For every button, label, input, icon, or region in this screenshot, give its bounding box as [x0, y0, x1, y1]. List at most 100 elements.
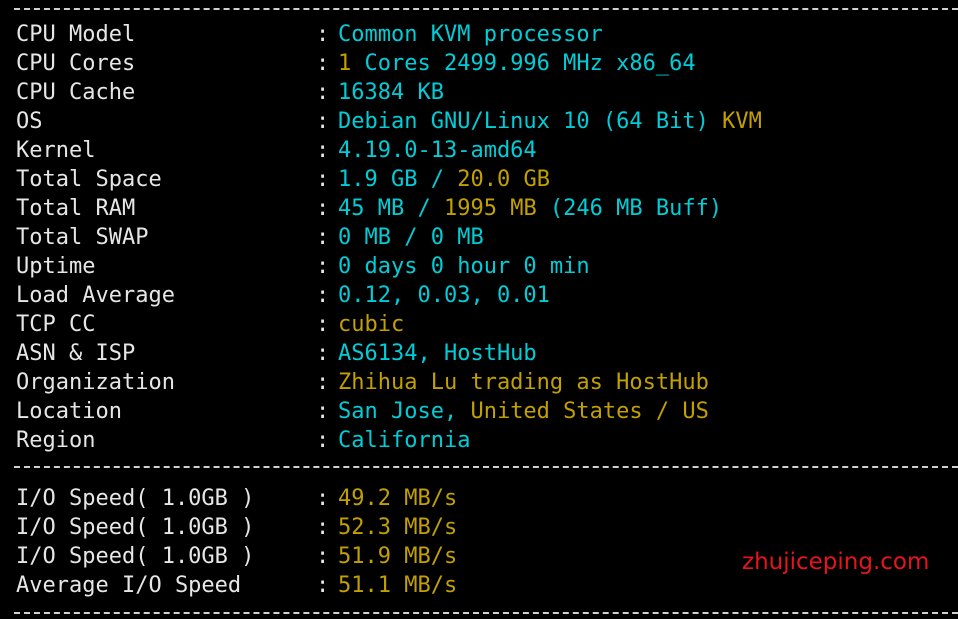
io-speed-label: I/O Speed( 1.0GB )	[16, 515, 255, 540]
colon-separator: :	[316, 428, 330, 453]
colon-separator: :	[316, 225, 330, 250]
colon-separator: :	[316, 283, 330, 308]
system-info-value-part: San Jose,	[338, 399, 471, 424]
system-info-label: OS	[16, 109, 43, 134]
system-info-value-part: 1	[338, 51, 352, 76]
system-info-value: 1 Cores 2499.996 MHz x86_64	[338, 51, 696, 76]
system-info-value-part: 16384 KB	[338, 80, 444, 105]
system-info-value: 4.19.0-13-amd64	[338, 138, 537, 163]
colon-separator: :	[316, 573, 330, 598]
system-info-label: Kernel	[16, 138, 96, 163]
system-info-row: Region: California	[16, 426, 762, 455]
system-info-row: Total Space:1.9 GB / 20.0 GB	[16, 165, 762, 194]
colon-separator: :	[316, 109, 330, 134]
io-speed-value: 51.1 MB/s	[338, 573, 457, 598]
system-info-value: 1.9 GB / 20.0 GB	[338, 167, 550, 192]
system-info-value-part: Debian GNU/Linux 10 (64 Bit)	[338, 109, 723, 134]
io-speed-row: I/O Speed( 1.0GB ):49.2 MB/s	[16, 484, 457, 513]
colon-separator: :	[316, 51, 330, 76]
system-info-value: San Jose, United States / US	[338, 399, 709, 424]
system-info-value: Common KVM processor	[338, 22, 603, 47]
system-info-row: Load Average:0.12, 0.03, 0.01	[16, 281, 762, 310]
separator-middle	[14, 466, 958, 468]
system-info-value-part: United States / US	[470, 399, 709, 424]
system-info-value: 0.12, 0.03, 0.01	[338, 283, 550, 308]
colon-separator: :	[316, 167, 330, 192]
separator-bottom	[14, 612, 958, 614]
io-speed-label: I/O Speed( 1.0GB )	[16, 486, 255, 511]
system-info-label: Total Space	[16, 167, 162, 192]
system-info-value-part: (246 MB Buff)	[536, 196, 723, 221]
io-speed-value-part: 52.3 MB/s	[338, 515, 458, 540]
io-speed-value-part: 51.1 MB/s	[338, 573, 458, 598]
system-info-value-part: KVM	[722, 109, 762, 134]
system-info-row: Total SWAP:0 MB / 0 MB	[16, 223, 762, 252]
system-info-value-part: Cores 2499.996 MHz x86_64	[351, 51, 696, 76]
watermark: zhujiceping.com	[742, 549, 930, 575]
io-speed-label: I/O Speed( 1.0GB )	[16, 544, 255, 569]
system-info-row: Kernel:4.19.0-13-amd64	[16, 136, 762, 165]
terminal-window: CPU Model: Common KVM processor CPU Cores:…	[0, 0, 958, 619]
colon-separator: :	[316, 138, 330, 163]
colon-separator: :	[316, 515, 330, 540]
colon-separator: :	[316, 544, 330, 569]
system-info-label: ASN & ISP	[16, 341, 136, 366]
system-info-row: Location: San Jose, United States / US	[16, 397, 762, 426]
io-speed-row: Average I/O Speed:51.1 MB/s	[16, 571, 457, 600]
system-info-value: cubic	[338, 312, 404, 337]
system-info-value-part: AS6134, HostHub	[338, 341, 537, 366]
system-info-row: CPU Cache:16384 KB	[16, 78, 762, 107]
system-info-value-part: California	[338, 428, 471, 453]
io-speed-value: 49.2 MB/s	[338, 486, 457, 511]
system-info-value-part: 4.19.0-13-amd64	[338, 138, 537, 163]
colon-separator: :	[316, 254, 330, 279]
colon-separator: :	[316, 196, 330, 221]
colon-separator: :	[316, 341, 330, 366]
system-info-value-part: 1995 MB	[443, 196, 537, 221]
system-info-value-part: Common KVM processor	[338, 22, 603, 47]
colon-separator: :	[316, 22, 330, 47]
system-info-row: CPU Model: Common KVM processor	[16, 20, 762, 49]
system-info-value: 45 MB / 1995 MB (246 MB Buff)	[338, 196, 722, 221]
system-info-value: Debian GNU/Linux 10 (64 Bit) KVM	[338, 109, 762, 134]
system-info-value-part: 1.9 GB /	[338, 167, 458, 192]
io-speed-label: Average I/O Speed	[16, 573, 242, 598]
io-speed-value-part: 51.9 MB/s	[338, 544, 458, 569]
system-info-label: CPU Cache	[16, 80, 136, 105]
colon-separator: :	[316, 370, 330, 395]
system-info-value: AS6134, HostHub	[338, 341, 537, 366]
system-info-row: ASN & ISP: AS6134, HostHub	[16, 339, 762, 368]
system-info-label: Total RAM	[16, 196, 136, 221]
system-info-label: Organization	[16, 370, 175, 395]
system-info-label: CPU Cores	[16, 51, 136, 76]
system-info-value: 16384 KB	[338, 80, 444, 105]
system-info-value: Zhihua Lu trading as HostHub	[338, 370, 709, 395]
io-speed-row: I/O Speed( 1.0GB ):52.3 MB/s	[16, 513, 457, 542]
system-info-row: TCP CC: cubic	[16, 310, 762, 339]
io-speed-value-part: 49.2 MB/s	[338, 486, 458, 511]
io-speed-value: 52.3 MB/s	[338, 515, 457, 540]
system-info-row: Uptime:0 days 0 hour 0 min	[16, 252, 762, 281]
system-info-label: TCP CC	[16, 312, 96, 337]
io-speed-value: 51.9 MB/s	[338, 544, 457, 569]
system-info-block: CPU Model: Common KVM processor CPU Cores:…	[16, 20, 762, 455]
colon-separator: :	[316, 486, 330, 511]
system-info-value-part: 20.0 GB	[457, 167, 550, 192]
system-info-value-part: 45 MB /	[338, 196, 444, 221]
system-info-label: Uptime	[16, 254, 96, 279]
colon-separator: :	[316, 312, 330, 337]
system-info-value-part: 0 days 0 hour 0 min	[338, 254, 590, 279]
system-info-row: CPU Cores:1 Cores 2499.996 MHz x86_64	[16, 49, 762, 78]
system-info-value-part: cubic	[338, 312, 405, 337]
system-info-value-part: Zhihua Lu trading as HostHub	[338, 370, 709, 395]
io-speed-row: I/O Speed( 1.0GB ):51.9 MB/s	[16, 542, 457, 571]
system-info-row: Total RAM:45 MB / 1995 MB (246 MB Buff)	[16, 194, 762, 223]
system-info-value: California	[338, 428, 470, 453]
system-info-label: Total SWAP	[16, 225, 149, 250]
colon-separator: :	[316, 80, 330, 105]
system-info-label: Location	[16, 399, 122, 424]
colon-separator: :	[316, 399, 330, 424]
system-info-label: Load Average	[16, 283, 175, 308]
system-info-value: 0 MB / 0 MB	[338, 225, 484, 250]
system-info-value-part: 0.12, 0.03, 0.01	[338, 283, 550, 308]
